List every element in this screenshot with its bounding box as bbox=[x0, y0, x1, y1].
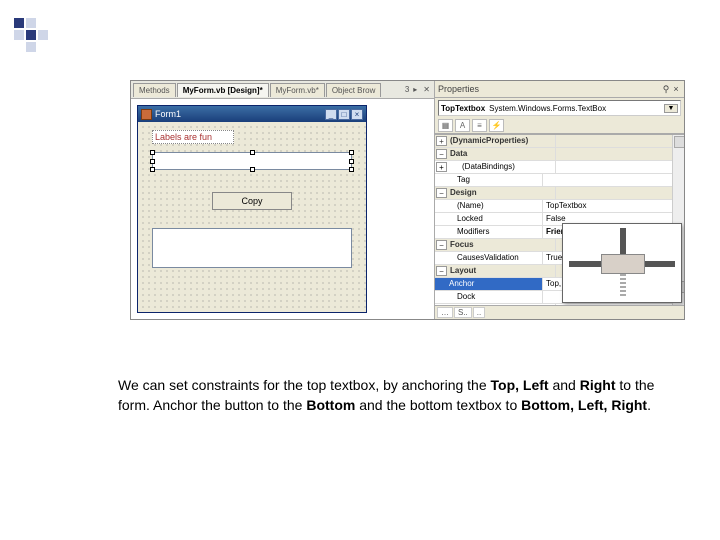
properties-header: Properties ⚲ × bbox=[435, 81, 684, 98]
panel-close-icon[interactable]: × bbox=[671, 84, 681, 94]
anchor-center bbox=[601, 254, 645, 274]
slide-decoration bbox=[14, 18, 60, 52]
anchor-right-arm[interactable] bbox=[643, 261, 675, 267]
bottom-tab[interactable]: S.. bbox=[454, 307, 472, 318]
design-surface[interactable]: Form1 _ □ × Labels are fun Copy bbox=[131, 99, 434, 319]
collapse-icon[interactable]: − bbox=[436, 240, 447, 250]
tab-myform-design[interactable]: MyForm.vb [Design]* bbox=[177, 83, 269, 97]
expand-icon[interactable]: + bbox=[436, 136, 447, 146]
properties-title: Properties bbox=[438, 84, 479, 94]
anchor-left-arm[interactable] bbox=[569, 261, 601, 267]
collapse-icon[interactable]: − bbox=[436, 188, 447, 198]
collapse-icon[interactable]: − bbox=[436, 266, 447, 276]
object-selector[interactable]: TopTextbox System.Windows.Forms.TextBox … bbox=[438, 100, 681, 116]
maximize-icon[interactable]: □ bbox=[338, 109, 350, 120]
anchor-top-arm[interactable] bbox=[620, 228, 626, 254]
designer-pane: Methods MyForm.vb [Design]* MyForm.vb* O… bbox=[131, 81, 434, 319]
anchor-bottom-arm[interactable] bbox=[620, 272, 626, 296]
form-titlebar: Form1 _ □ × bbox=[138, 106, 366, 122]
tab-object-browser[interactable]: Object Brow bbox=[326, 83, 382, 97]
panel-bottom-tabs: … S.. .. bbox=[435, 305, 684, 319]
tabs-dropdown-icon[interactable]: ▸ bbox=[411, 85, 419, 94]
minimize-icon[interactable]: _ bbox=[325, 109, 337, 120]
form-icon bbox=[141, 109, 152, 120]
form-title: Form1 bbox=[155, 109, 322, 119]
close-icon[interactable]: × bbox=[351, 109, 363, 120]
document-tabs: Methods MyForm.vb [Design]* MyForm.vb* O… bbox=[131, 81, 434, 99]
categorized-icon[interactable]: ▦ bbox=[438, 119, 453, 132]
bottom-tab[interactable]: … bbox=[437, 307, 453, 318]
tab-close-icon[interactable]: ✕ bbox=[421, 85, 432, 94]
properties-pane: Properties ⚲ × TopTextbox System.Windows… bbox=[434, 81, 684, 319]
copy-button[interactable]: Copy bbox=[212, 192, 292, 210]
alpha-icon[interactable]: A bbox=[455, 119, 470, 132]
properties-icon[interactable]: ≡ bbox=[472, 119, 487, 132]
bottom-tab[interactable]: .. bbox=[473, 307, 485, 318]
selected-object-name: TopTextbox bbox=[441, 104, 485, 113]
tab-methods[interactable]: Methods bbox=[133, 83, 176, 97]
bottom-textbox[interactable] bbox=[152, 228, 352, 268]
tab-myform-vb[interactable]: MyForm.vb* bbox=[270, 83, 325, 97]
properties-toolbar: ▦ A ≡ ⚡ bbox=[435, 118, 684, 134]
property-grid[interactable]: +(DynamicProperties) −Data +(DataBinding… bbox=[435, 134, 684, 305]
expand-icon[interactable]: + bbox=[436, 162, 447, 172]
caption-text: We can set constraints for the top textb… bbox=[118, 376, 658, 415]
form1-window[interactable]: Form1 _ □ × Labels are fun Copy bbox=[137, 105, 367, 313]
selected-object-type: System.Windows.Forms.TextBox bbox=[489, 104, 606, 113]
form-body[interactable]: Labels are fun Copy bbox=[138, 122, 366, 312]
ide-screenshot: Methods MyForm.vb [Design]* MyForm.vb* O… bbox=[130, 80, 685, 320]
collapse-icon[interactable]: − bbox=[436, 149, 447, 159]
events-icon[interactable]: ⚡ bbox=[489, 119, 504, 132]
pin-icon[interactable]: ⚲ bbox=[661, 84, 671, 95]
top-textbox[interactable] bbox=[152, 152, 352, 170]
tab-count: 3 bbox=[405, 85, 409, 94]
label1[interactable]: Labels are fun bbox=[152, 130, 234, 144]
anchor-editor-popup[interactable] bbox=[562, 223, 682, 303]
object-dropdown-icon[interactable]: ▼ bbox=[664, 104, 678, 113]
